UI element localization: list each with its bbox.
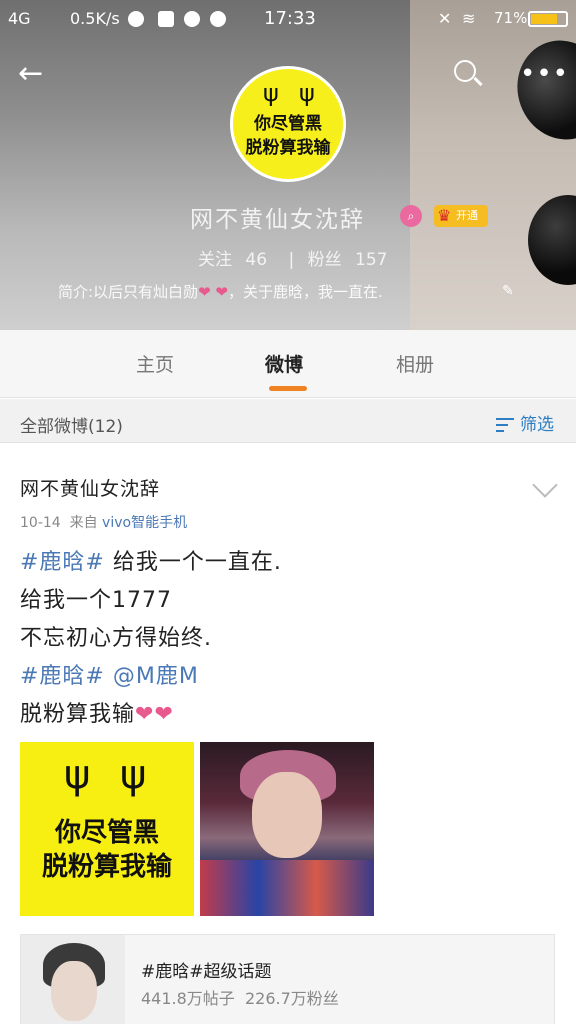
- all-posts-label[interactable]: 全部微博(12): [20, 412, 123, 437]
- network-indicator: 4G: [8, 9, 31, 28]
- vip-badge[interactable]: ♛ 开通: [434, 205, 488, 227]
- heart-icon: ❤: [154, 702, 174, 727]
- antler-icon: ψ: [263, 79, 279, 107]
- post-source[interactable]: vivo智能手机: [102, 515, 187, 531]
- more-icon[interactable]: •••: [520, 60, 568, 88]
- heart-icon: ❤: [215, 283, 228, 301]
- app-icon: [210, 11, 226, 27]
- topic-stats: 441.8万帖子 226.7万粉丝: [141, 989, 339, 1008]
- post-text-line: 给我一个1777: [20, 588, 172, 613]
- app-icon: [158, 11, 174, 27]
- hashtag[interactable]: #鹿晗#: [20, 664, 105, 689]
- mention[interactable]: @M鹿M: [113, 664, 199, 689]
- tab-album[interactable]: 相册: [396, 350, 434, 377]
- image-text: 脱粉算我输: [41, 852, 172, 882]
- following-count[interactable]: 关注 46: [198, 250, 275, 270]
- battery-icon: [528, 11, 568, 27]
- followers-count[interactable]: 粉丝 157: [308, 250, 396, 270]
- back-arrow-icon[interactable]: ←: [18, 56, 58, 92]
- topic-title: #鹿晗#超级话题: [141, 962, 272, 982]
- post-image[interactable]: [200, 742, 374, 916]
- divider: |: [288, 250, 295, 270]
- profile-tabs: 主页 微博 相册: [0, 330, 576, 398]
- post-text-line: 不忘初心方得始终.: [20, 626, 212, 651]
- post-author[interactable]: 网不黄仙女沈辞: [20, 474, 160, 501]
- antler-icon: ψ: [64, 752, 91, 798]
- heart-icon: ❤: [135, 702, 155, 727]
- filter-bar: 全部微博(12) 筛选: [0, 399, 576, 443]
- super-topic-card[interactable]: #鹿晗#超级话题 441.8万帖子 226.7万粉丝: [20, 934, 555, 1024]
- wechat-icon: [128, 11, 144, 27]
- check-icon: [184, 11, 200, 27]
- filter-icon: [496, 416, 516, 434]
- chevron-down-icon[interactable]: [532, 472, 558, 498]
- antler-icon: ψ: [120, 752, 147, 798]
- post-text-line: 脱粉算我输❤❤: [20, 702, 174, 727]
- battery-percent: 71%: [494, 9, 528, 27]
- vip-label: 开通: [456, 209, 478, 222]
- profile-counts: 关注 46 | 粉丝 157: [198, 245, 403, 270]
- avatar[interactable]: ψ ψ 你尽管黑 脱粉算我输: [230, 66, 346, 182]
- wifi-icon: ≋: [462, 9, 476, 28]
- status-bar: 4G 0.5K/s 17:33 ✕ ≋ 71%: [0, 0, 576, 38]
- hashtag[interactable]: #鹿晗#: [20, 550, 105, 575]
- post-image[interactable]: ψ ψ 你尽管黑 脱粉算我输: [20, 742, 194, 916]
- weibo-post[interactable]: 网不黄仙女沈辞 10-14 来自 vivo智能手机 #鹿晗# 给我一个一直在. …: [0, 444, 576, 1024]
- tab-weibo[interactable]: 微博: [265, 350, 303, 377]
- edit-pencil-icon[interactable]: ✎: [502, 283, 516, 299]
- avatar-text: 你尽管黑: [254, 114, 322, 134]
- post-text-line: #鹿晗# 给我一个一直在.: [20, 550, 282, 575]
- crown-icon: ♛: [437, 206, 452, 225]
- profile-intro: 简介:以后只有灿白勋❤ ❤，关于鹿晗，我一直在.: [58, 283, 383, 301]
- profile-nickname: 网不黄仙女沈辞: [190, 207, 365, 233]
- topic-image: [21, 935, 125, 1024]
- clock: 17:33: [264, 8, 316, 29]
- network-speed: 0.5K/s: [70, 9, 120, 28]
- mute-icon: ✕: [438, 9, 452, 28]
- active-tab-indicator: [269, 386, 307, 391]
- search-icon[interactable]: [452, 58, 486, 92]
- filter-button[interactable]: 筛选: [496, 410, 554, 435]
- profile-cover: 4G 0.5K/s 17:33 ✕ ≋ 71% ← ••• ψ ψ 你尽管黑 脱…: [0, 0, 576, 330]
- search-badge-icon[interactable]: ⌕: [400, 205, 422, 227]
- post-meta: 10-14 来自 vivo智能手机: [20, 515, 188, 531]
- post-text-line: #鹿晗# @M鹿M: [20, 658, 199, 690]
- antler-icon: ψ: [299, 79, 315, 107]
- image-text: 你尽管黑: [54, 818, 159, 848]
- heart-icon: ❤: [198, 283, 211, 301]
- avatar-text: 脱粉算我输: [245, 138, 331, 158]
- tab-home[interactable]: 主页: [136, 350, 174, 377]
